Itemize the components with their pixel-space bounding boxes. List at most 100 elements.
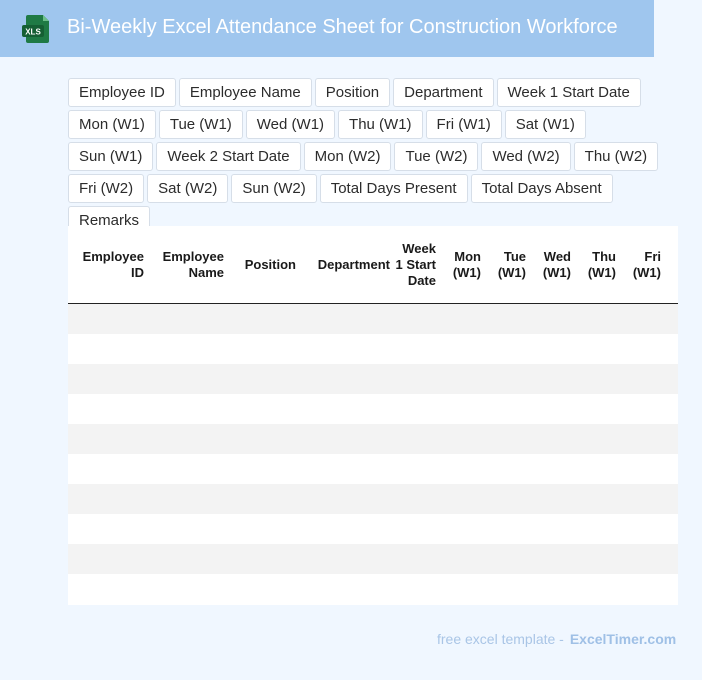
field-chip[interactable]: Week 2 Start Date bbox=[156, 142, 301, 171]
table-cell[interactable] bbox=[440, 544, 485, 574]
table-cell[interactable] bbox=[394, 364, 440, 394]
table-cell[interactable] bbox=[440, 484, 485, 514]
table-cell[interactable] bbox=[665, 454, 678, 484]
attendance-table-container[interactable]: Employee ID Employee Name Position Departme… bbox=[68, 226, 678, 605]
table-cell[interactable] bbox=[440, 454, 485, 484]
table-cell[interactable] bbox=[665, 574, 678, 604]
table-cell[interactable] bbox=[530, 424, 575, 454]
table-cell[interactable] bbox=[620, 334, 665, 364]
table-cell[interactable] bbox=[300, 303, 394, 334]
table-cell[interactable] bbox=[665, 394, 678, 424]
table-cell[interactable] bbox=[148, 364, 228, 394]
table-cell[interactable] bbox=[300, 424, 394, 454]
table-cell[interactable] bbox=[440, 424, 485, 454]
table-cell[interactable] bbox=[394, 574, 440, 604]
table-cell[interactable] bbox=[148, 454, 228, 484]
table-cell[interactable] bbox=[68, 394, 148, 424]
table-cell[interactable] bbox=[300, 454, 394, 484]
table-cell[interactable] bbox=[440, 303, 485, 334]
table-cell[interactable] bbox=[530, 364, 575, 394]
table-cell[interactable] bbox=[485, 514, 530, 544]
field-chip[interactable]: Fri (W2) bbox=[68, 174, 145, 203]
table-cell[interactable] bbox=[228, 454, 300, 484]
table-cell[interactable] bbox=[530, 514, 575, 544]
field-chip[interactable]: Position bbox=[314, 78, 391, 107]
table-cell[interactable] bbox=[665, 514, 678, 544]
table-cell[interactable] bbox=[300, 334, 394, 364]
table-cell[interactable] bbox=[575, 544, 620, 574]
table-cell[interactable] bbox=[440, 334, 485, 364]
table-cell[interactable] bbox=[575, 574, 620, 604]
table-cell[interactable] bbox=[300, 484, 394, 514]
table-cell[interactable] bbox=[620, 514, 665, 544]
table-cell[interactable] bbox=[148, 303, 228, 334]
table-cell[interactable] bbox=[394, 394, 440, 424]
table-cell[interactable] bbox=[394, 424, 440, 454]
table-cell[interactable] bbox=[68, 364, 148, 394]
table-cell[interactable] bbox=[530, 544, 575, 574]
table-cell[interactable] bbox=[68, 544, 148, 574]
table-cell[interactable] bbox=[665, 544, 678, 574]
field-chip[interactable]: Sat (W2) bbox=[147, 174, 229, 203]
table-cell[interactable] bbox=[228, 303, 300, 334]
table-cell[interactable] bbox=[394, 454, 440, 484]
table-cell[interactable] bbox=[620, 454, 665, 484]
field-chip[interactable]: Wed (W1) bbox=[245, 110, 336, 139]
field-chip[interactable]: Tue (W2) bbox=[394, 142, 479, 171]
table-cell[interactable] bbox=[394, 514, 440, 544]
table-cell[interactable] bbox=[485, 394, 530, 424]
table-cell[interactable] bbox=[485, 574, 530, 604]
field-chip[interactable]: Department bbox=[393, 78, 494, 107]
field-chip[interactable]: Mon (W1) bbox=[68, 110, 156, 139]
table-cell[interactable] bbox=[394, 544, 440, 574]
table-cell[interactable] bbox=[68, 484, 148, 514]
table-cell[interactable] bbox=[300, 514, 394, 544]
table-cell[interactable] bbox=[300, 544, 394, 574]
table-cell[interactable] bbox=[575, 334, 620, 364]
field-chip[interactable]: Employee ID bbox=[68, 78, 176, 107]
table-cell[interactable] bbox=[575, 424, 620, 454]
table-cell[interactable] bbox=[575, 303, 620, 334]
table-cell[interactable] bbox=[485, 424, 530, 454]
table-cell[interactable] bbox=[485, 454, 530, 484]
table-cell[interactable] bbox=[530, 394, 575, 424]
field-chip[interactable]: Week 1 Start Date bbox=[496, 78, 641, 107]
table-cell[interactable] bbox=[148, 484, 228, 514]
table-cell[interactable] bbox=[665, 364, 678, 394]
table-cell[interactable] bbox=[228, 574, 300, 604]
table-cell[interactable] bbox=[620, 364, 665, 394]
field-chip[interactable]: Sun (W1) bbox=[68, 142, 154, 171]
table-cell[interactable] bbox=[228, 484, 300, 514]
table-cell[interactable] bbox=[68, 303, 148, 334]
table-cell[interactable] bbox=[530, 484, 575, 514]
table-cell[interactable] bbox=[300, 574, 394, 604]
table-cell[interactable] bbox=[68, 454, 148, 484]
table-cell[interactable] bbox=[300, 394, 394, 424]
table-cell[interactable] bbox=[228, 424, 300, 454]
field-chip[interactable]: Employee Name bbox=[178, 78, 312, 107]
table-cell[interactable] bbox=[148, 334, 228, 364]
table-cell[interactable] bbox=[620, 544, 665, 574]
table-cell[interactable] bbox=[530, 574, 575, 604]
table-cell[interactable] bbox=[620, 394, 665, 424]
field-chip[interactable]: Tue (W1) bbox=[158, 110, 243, 139]
table-cell[interactable] bbox=[620, 303, 665, 334]
table-cell[interactable] bbox=[485, 334, 530, 364]
table-cell[interactable] bbox=[665, 334, 678, 364]
table-cell[interactable] bbox=[485, 303, 530, 334]
table-cell[interactable] bbox=[440, 394, 485, 424]
table-cell[interactable] bbox=[440, 514, 485, 544]
table-cell[interactable] bbox=[665, 424, 678, 454]
table-cell[interactable] bbox=[530, 334, 575, 364]
table-cell[interactable] bbox=[228, 394, 300, 424]
table-cell[interactable] bbox=[440, 364, 485, 394]
table-cell[interactable] bbox=[148, 424, 228, 454]
table-cell[interactable] bbox=[440, 574, 485, 604]
table-cell[interactable] bbox=[485, 364, 530, 394]
table-cell[interactable] bbox=[575, 484, 620, 514]
table-cell[interactable] bbox=[620, 574, 665, 604]
table-cell[interactable] bbox=[148, 574, 228, 604]
table-cell[interactable] bbox=[148, 514, 228, 544]
table-cell[interactable] bbox=[148, 544, 228, 574]
table-cell[interactable] bbox=[68, 334, 148, 364]
